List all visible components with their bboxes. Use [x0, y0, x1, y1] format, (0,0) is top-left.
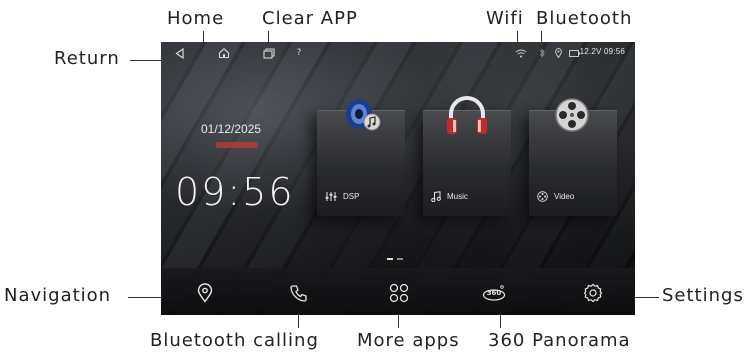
recent-apps-icon[interactable]	[262, 46, 276, 60]
tile-music-text: Music	[447, 192, 468, 201]
navigation-pin-icon[interactable]	[193, 281, 217, 305]
date-display: 01/12/2025	[201, 122, 262, 136]
reel-small-icon	[537, 191, 548, 202]
status-bar: ? 12.2V 09:56	[161, 42, 635, 64]
tile-dsp-label: DSP	[325, 191, 359, 202]
page-dot	[397, 258, 403, 260]
phone-icon[interactable]	[287, 281, 311, 305]
panorama-360-icon[interactable]: 360	[481, 281, 507, 305]
tile-video-text: Video	[554, 192, 575, 201]
clock-display: 09:56	[175, 170, 295, 214]
callout-navigation: Navigation	[4, 285, 112, 306]
callout-home: Home	[167, 8, 225, 29]
tile-music[interactable]: Music	[423, 96, 511, 216]
settings-gear-icon[interactable]	[581, 281, 605, 305]
grid-apps-icon[interactable]	[387, 281, 411, 305]
head-unit-screen: ? 12.2V 09:56 01/12/2025 09:56 DSP Music…	[161, 42, 635, 315]
tile-music-label: Music	[431, 191, 468, 202]
weekday-indicator	[216, 142, 258, 148]
home-icon[interactable]	[217, 46, 231, 60]
headphones-icon	[445, 96, 489, 140]
tile-dsp-text: DSP	[343, 192, 360, 201]
bluetooth-icon	[538, 46, 546, 60]
callout-bluetooth-calling: Bluetooth calling	[150, 330, 319, 351]
callout-wifi: Wifi	[486, 8, 524, 29]
callout-more-apps: More apps	[357, 330, 460, 351]
callout-360-panorama: 360 Panorama	[488, 330, 631, 351]
tile-dsp[interactable]: DSP	[317, 99, 405, 216]
back-icon[interactable]	[173, 46, 185, 60]
question-icon: ?	[296, 48, 302, 58]
film-reel-icon	[551, 94, 593, 140]
music-note-icon	[431, 191, 441, 202]
equalizer-icon	[325, 192, 337, 201]
wifi-icon	[514, 46, 528, 60]
page-indicator	[387, 258, 403, 260]
callout-settings: Settings	[662, 285, 744, 306]
battery-icon	[568, 46, 580, 60]
bottom-dock: 360	[161, 268, 635, 315]
tile-video-label: Video	[537, 191, 574, 202]
page-dot-active	[387, 258, 393, 260]
callout-clear-app: Clear APP	[262, 8, 358, 29]
location-icon	[554, 46, 562, 60]
callout-bluetooth: Bluetooth	[536, 8, 633, 29]
callout-return: Return	[54, 48, 120, 69]
voltage-time-readout: 12.2V 09:56	[579, 47, 625, 56]
svg-text:360: 360	[487, 289, 502, 297]
leader-return	[130, 60, 163, 61]
dsp-speaker-icon	[339, 94, 385, 140]
tile-video[interactable]: Video	[529, 98, 617, 216]
